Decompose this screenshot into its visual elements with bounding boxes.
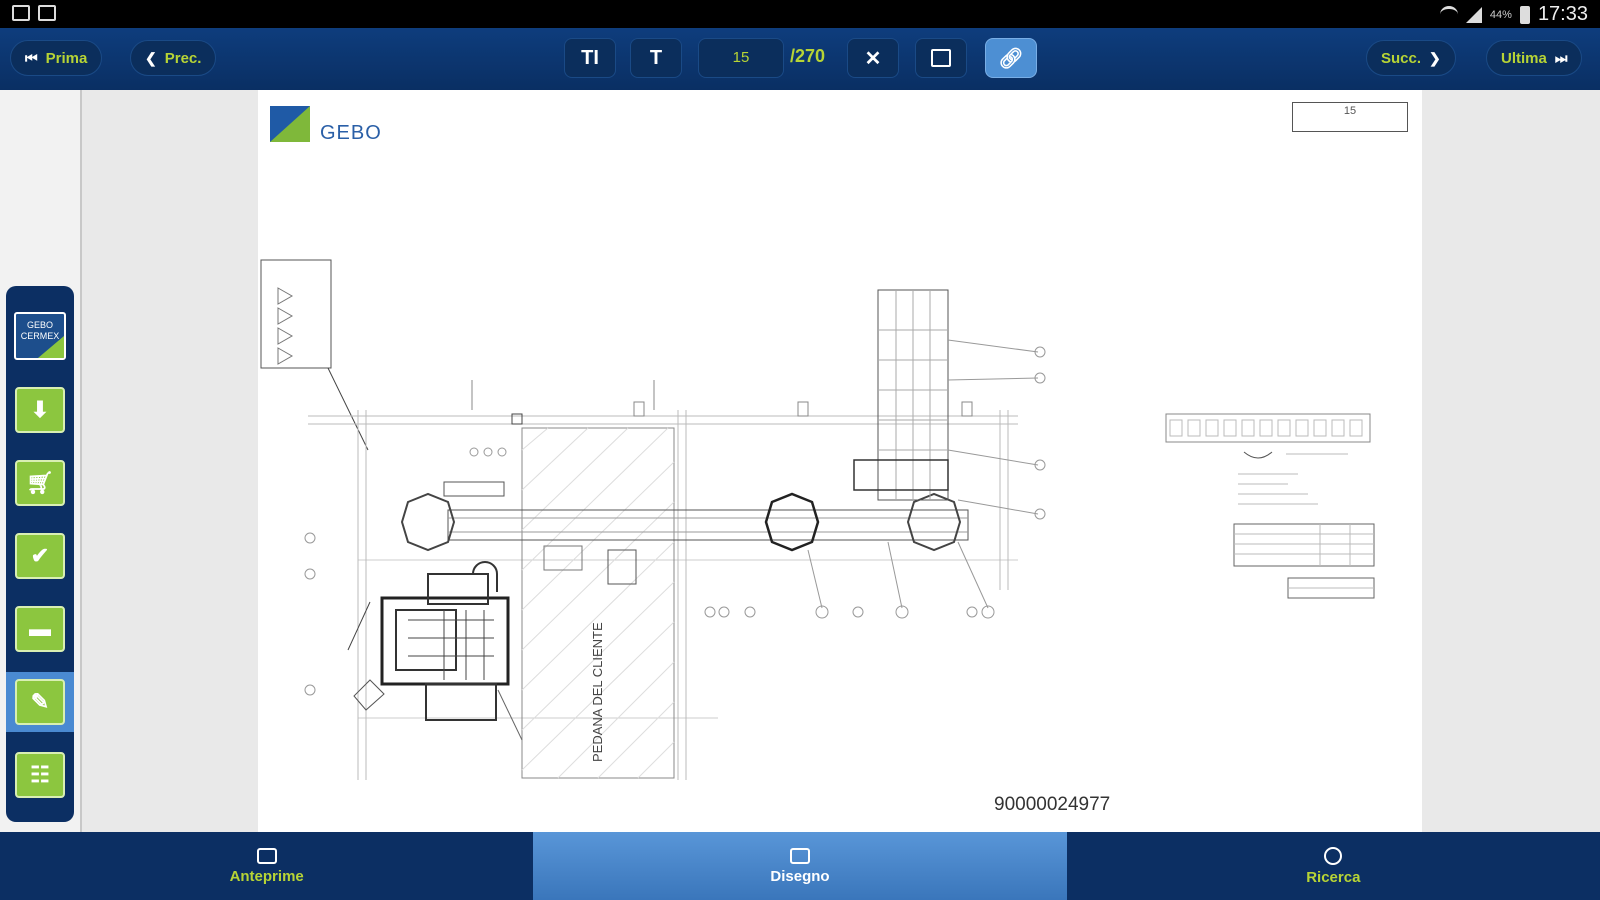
sidebar: GEBO CERMEX ⬇ 🛒︎ ✔ ▬ ✎ ☷ [6,286,74,822]
clock: 17:33 [1537,3,1588,25]
sidebar-item-home[interactable]: GEBO CERMEX [12,306,68,366]
tab-anteprime-label: Anteprime [229,867,304,885]
page-number-input[interactable]: 15 [698,38,784,78]
folder-icon: ▬ [15,606,65,652]
fit-page-button[interactable] [915,38,967,78]
tab-ricerca[interactable]: Ricerca [1067,832,1600,900]
next-page-label: Succ. [1381,49,1422,67]
parts-list-icon: ☷ [15,752,65,798]
sidebar-item-parts-list[interactable]: ☷ [12,745,68,805]
square-icon [931,49,951,67]
next-page-button[interactable]: Succ. ❯ [1366,40,1456,76]
status-bar: 44% 17:33 [0,0,1600,28]
tab-disegno[interactable]: Disegno [533,832,1067,900]
previous-page-label: Prec. [164,49,202,67]
gallery-notification-icon [12,5,30,21]
left-panel: GEBO CERMEX ⬇ 🛒︎ ✔ ▬ ✎ ☷ [0,90,82,832]
bottom-tab-bar: Anteprime Disegno Ricerca [0,832,1600,900]
document-number: 90000024977 [994,794,1111,815]
tab-disegno-label: Disegno [770,867,830,885]
tab-ricerca-label: Ricerca [1306,868,1361,886]
image-icon [789,847,810,864]
download-icon: ⬇ [15,387,65,433]
gebo-cermex-logo-icon: GEBO CERMEX [14,312,66,360]
total-pages: /270 [790,46,826,66]
photo-notification-icon [38,5,56,21]
skip-last-icon: ⏭ [1554,49,1568,66]
text-size-icon: TI [581,46,599,69]
skip-first-icon: ⏮ [25,49,38,66]
signal-icon [1465,6,1482,23]
sidebar-logo-text: GEBO CERMEX [20,320,60,341]
expand-icon: ✕ [864,47,882,70]
checklist-icon: ✔ [15,533,65,579]
chevron-left-icon: ❮ [145,49,157,66]
sidebar-item-cart[interactable]: 🛒︎ [12,453,68,513]
top-toolbar: ⏮ Prima ❮ Prec. TI T 15 /270 ✕ 🔗︎ Succ. … [0,28,1600,90]
last-page-label: Ultima [1501,49,1547,67]
fullscreen-button[interactable]: ✕ [847,38,899,78]
wifi-icon [1439,6,1458,23]
link-button[interactable]: 🔗︎ [985,38,1037,78]
sidebar-item-download[interactable]: ⬇ [12,380,68,440]
text-size-button[interactable]: TI [564,38,616,78]
first-page-label: Prima [45,49,88,67]
thumbnails-icon [256,847,277,864]
drawing-page[interactable]: GEBO 15 PEDANA DEL CLIENTE 90000024977 [258,90,1422,832]
technical-drawing: PEDANA DEL CLIENTE [260,259,1375,780]
text-fit-icon: T [649,46,663,69]
last-page-button[interactable]: Ultima ⏭ [1486,40,1583,76]
previous-page-button[interactable]: ❮ Prec. [130,40,217,76]
chevron-right-icon: ❯ [1429,49,1441,66]
cart-icon: 🛒︎ [15,460,65,506]
link-icon: 🔗︎ [998,47,1024,70]
search-icon [1324,846,1343,865]
drawing-area-label: PEDANA DEL CLIENTE [590,622,605,762]
sidebar-item-folder[interactable]: ▬ [12,599,68,659]
sidebar-item-drawing[interactable]: ✎ [6,672,74,732]
first-page-button[interactable]: ⏮ Prima [10,40,103,76]
battery-percent: 44% [1489,8,1512,21]
drawing-icon: ✎ [15,679,65,725]
text-fit-button[interactable]: T [630,38,682,78]
tab-anteprime[interactable]: Anteprime [0,832,533,900]
battery-icon [1519,5,1530,24]
sidebar-item-checklist[interactable]: ✔ [12,526,68,586]
